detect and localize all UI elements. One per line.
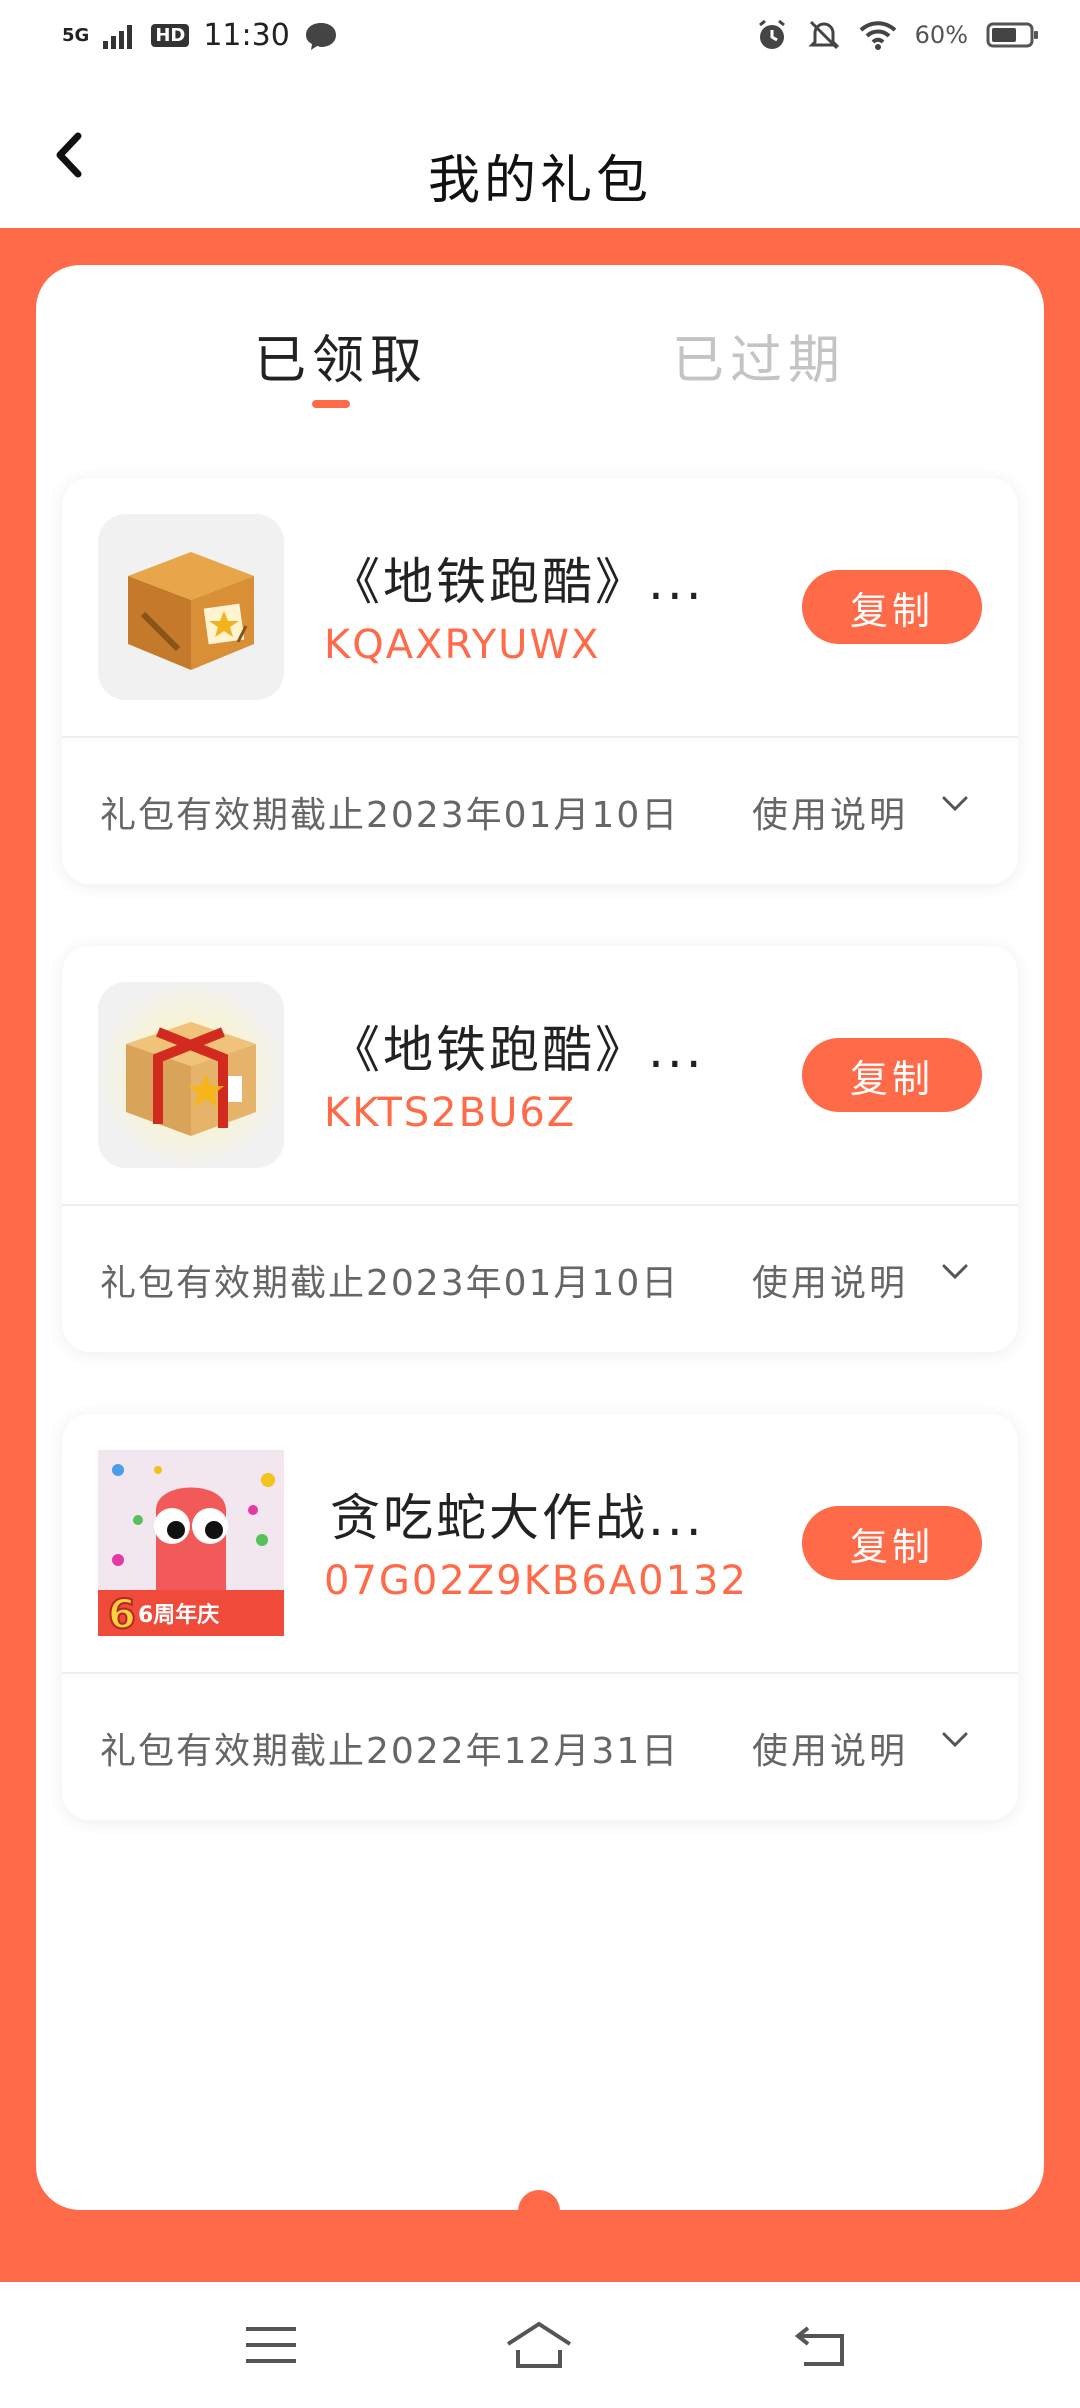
- copy-button[interactable]: 复制: [802, 1506, 982, 1580]
- tab-expired[interactable]: 已过期: [672, 318, 846, 393]
- svg-text:6: 6: [108, 1592, 136, 1636]
- title-bar: 我的礼包: [0, 80, 1080, 228]
- mute-icon: [808, 20, 840, 50]
- tab-indicator: [312, 400, 350, 408]
- hd-badge: HD: [151, 24, 190, 47]
- alarm-icon: [758, 19, 785, 49]
- gift-title: 贪吃蛇大作战...: [330, 1489, 705, 1547]
- gift-title: 《地铁跑酷》...: [330, 553, 705, 611]
- usage-instructions-link[interactable]: 使用说明: [752, 1722, 908, 1774]
- home-button[interactable]: [504, 2310, 574, 2380]
- home-icon: [506, 2321, 572, 2368]
- battery-percent: 60%: [914, 21, 968, 49]
- usage-instructions-link[interactable]: 使用说明: [752, 786, 908, 838]
- tab-claimed[interactable]: 已领取: [254, 318, 428, 393]
- divider: [62, 736, 1018, 738]
- status-right: 60%: [755, 18, 1040, 52]
- status-time: 11:30: [203, 18, 290, 53]
- divider: [62, 1672, 1018, 1674]
- scroll-indicator: [518, 2190, 560, 2232]
- battery-icon: [986, 22, 1038, 48]
- expiry-text: 礼包有效期截止2022年12月31日: [100, 1731, 680, 1772]
- copy-button[interactable]: 复制: [802, 1038, 982, 1112]
- status-left: 5G HD 11:30: [62, 18, 338, 53]
- chevron-down-icon[interactable]: [938, 1724, 972, 1758]
- menu-button[interactable]: [236, 2310, 306, 2380]
- gift-card: 6 6周年庆 贪吃蛇大作战... 07G02Z9KB6A0132 复制 礼包有效…: [62, 1414, 1018, 1820]
- page-title: 我的礼包: [427, 151, 652, 211]
- wifi-icon: [859, 21, 896, 50]
- expiry-text: 礼包有效期截止2023年01月10日: [100, 1263, 680, 1304]
- gift-code: KQAXRYUWX: [324, 622, 601, 668]
- gift-title: 《地铁跑酷》...: [330, 1021, 705, 1079]
- chevron-down-icon[interactable]: [938, 788, 972, 822]
- chevron-down-icon[interactable]: [938, 1256, 972, 1290]
- menu-icon: [246, 2327, 296, 2363]
- back-icon: [794, 2326, 844, 2366]
- status-bar: 5G HD 11:30 60%: [0, 0, 1080, 80]
- signal-icon: [103, 24, 133, 49]
- system-nav-bar: [0, 2282, 1080, 2408]
- brown-gift-box-icon: [98, 514, 284, 700]
- anniversary-badge-text: 6周年庆: [138, 1602, 219, 1628]
- gift-code: KKTS2BU6Z: [324, 1090, 577, 1136]
- gift-card: 《地铁跑酷》... KKTS2BU6Z 复制 礼包有效期截止2023年01月10…: [62, 946, 1018, 1352]
- ribbon-gift-box-icon: [98, 982, 284, 1168]
- snake-game-icon: 6 6周年庆: [98, 1450, 284, 1636]
- gift-code: 07G02Z9KB6A0132: [324, 1558, 748, 1604]
- expiry-text: 礼包有效期截止2023年01月10日: [100, 795, 680, 836]
- copy-button[interactable]: 复制: [802, 570, 982, 644]
- usage-instructions-link[interactable]: 使用说明: [752, 1254, 908, 1306]
- chat-bubble-icon: [305, 22, 336, 50]
- gift-card: 《地铁跑酷》... KQAXRYUWX 复制 礼包有效期截止2023年01月10…: [62, 478, 1018, 884]
- divider: [62, 1204, 1018, 1206]
- back-nav-button[interactable]: [786, 2310, 856, 2380]
- network-type: 5G: [62, 25, 90, 46]
